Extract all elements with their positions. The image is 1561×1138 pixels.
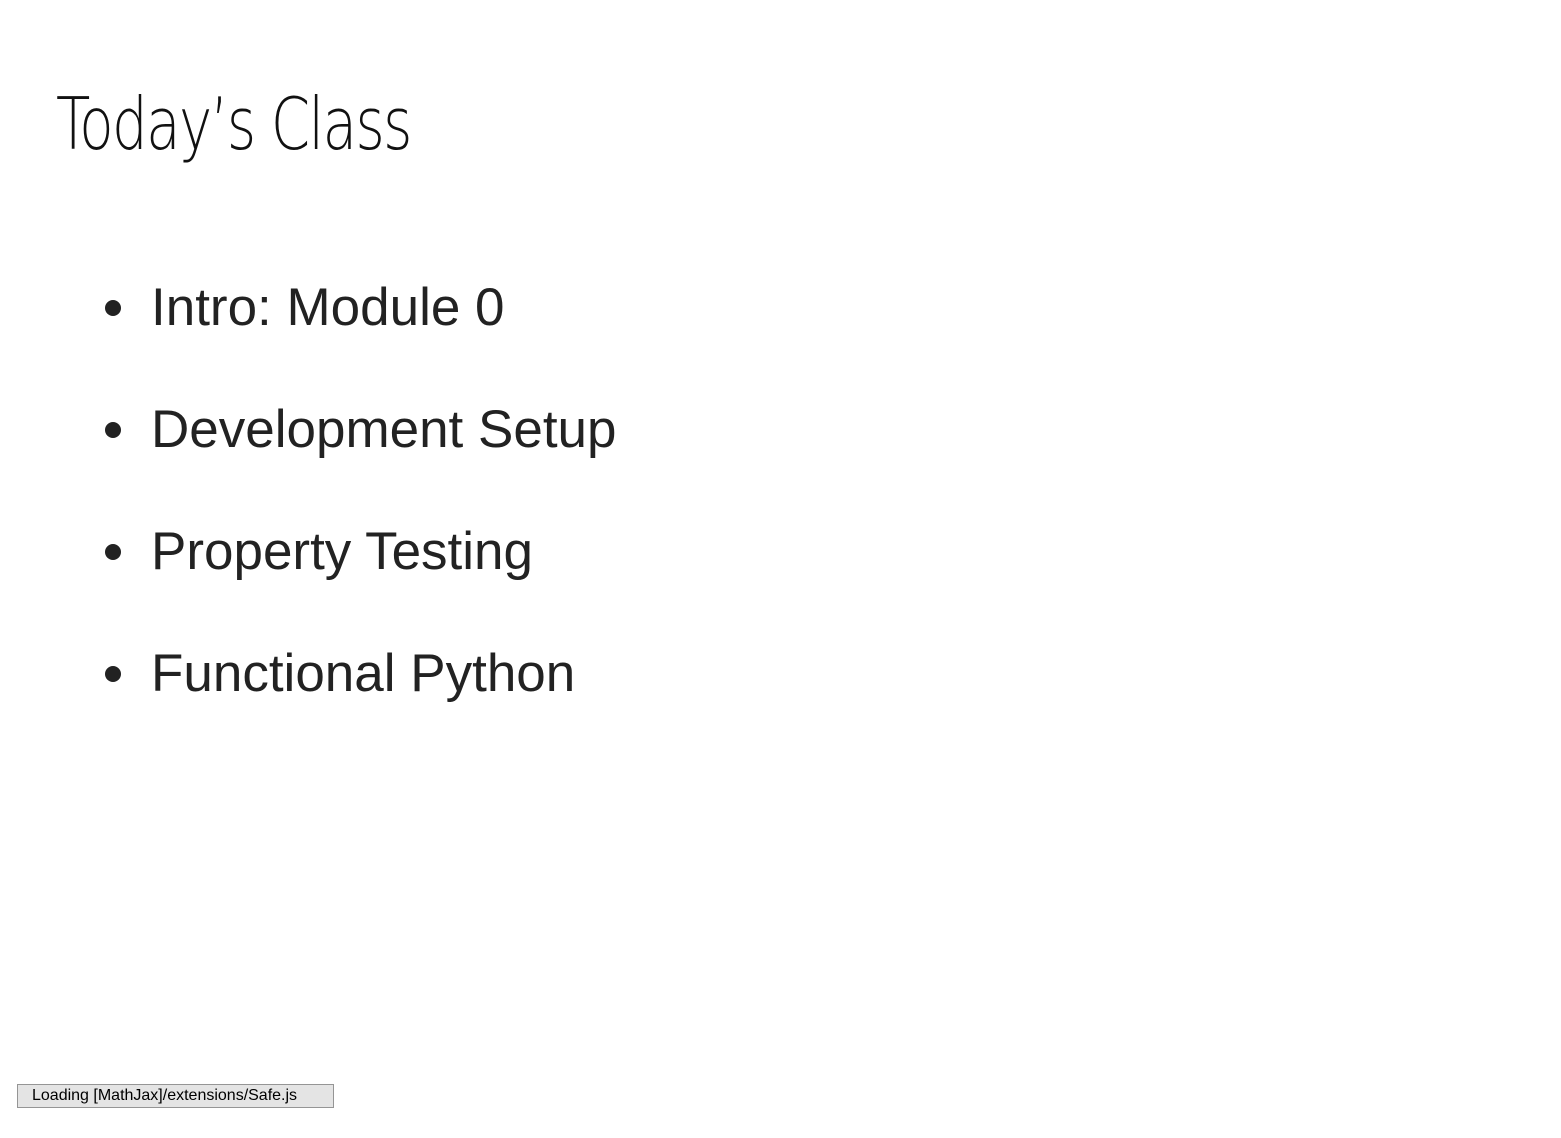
bullet-text: Functional Python	[151, 644, 576, 703]
bullet-text: Property Testing	[151, 522, 533, 581]
bullet-icon	[105, 300, 121, 316]
bullet-text: Development Setup	[151, 400, 617, 459]
slide: Today’s Class Intro: Module 0 Developmen…	[0, 0, 1561, 1138]
bullet-icon	[105, 666, 121, 682]
bullet-text: Intro: Module 0	[151, 278, 505, 337]
list-item: Functional Python	[105, 634, 617, 714]
slide-title: Today’s Class	[56, 82, 412, 166]
mathjax-loading-status: Loading [MathJax]/extensions/Safe.js	[17, 1084, 334, 1108]
list-item: Intro: Module 0	[105, 268, 617, 348]
bullet-list: Intro: Module 0 Development Setup Proper…	[105, 268, 617, 756]
bullet-icon	[105, 544, 121, 560]
bullet-icon	[105, 422, 121, 438]
list-item: Property Testing	[105, 512, 617, 592]
list-item: Development Setup	[105, 390, 617, 470]
